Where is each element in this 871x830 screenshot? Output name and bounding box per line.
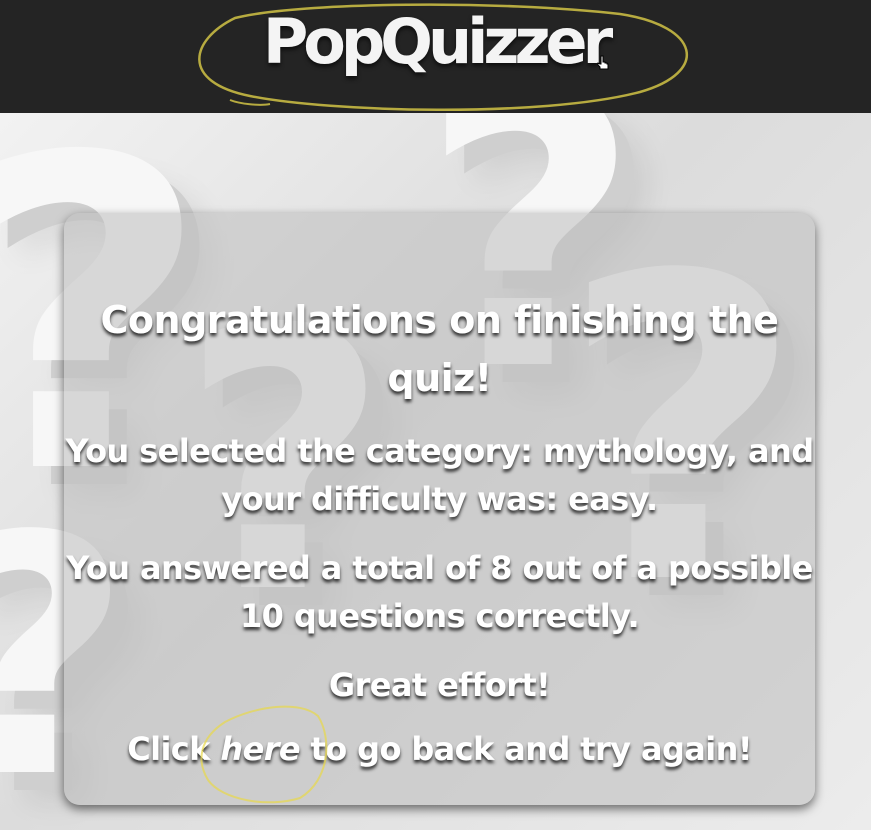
retry-link[interactable]: here — [220, 730, 300, 768]
score-summary: You answered a total of 8 out of a possi… — [66, 549, 813, 635]
retry-message: Click here to go back and try again! — [64, 725, 815, 773]
results-heading: Congratulations on finishing the quiz! — [100, 298, 779, 400]
hand-pointer-icon — [597, 55, 609, 70]
retry-suffix: to go back and try again! — [299, 730, 753, 768]
site-header: PopQuizzer — [0, 0, 871, 113]
feedback-message: Great effort! — [328, 666, 551, 704]
category-summary: You selected the category: mythology, an… — [65, 432, 814, 518]
results-card: Congratulations on finishing the quiz! Y… — [64, 213, 815, 805]
retry-prefix: Click — [127, 730, 221, 768]
site-logo[interactable]: PopQuizzer — [0, 2, 871, 82]
